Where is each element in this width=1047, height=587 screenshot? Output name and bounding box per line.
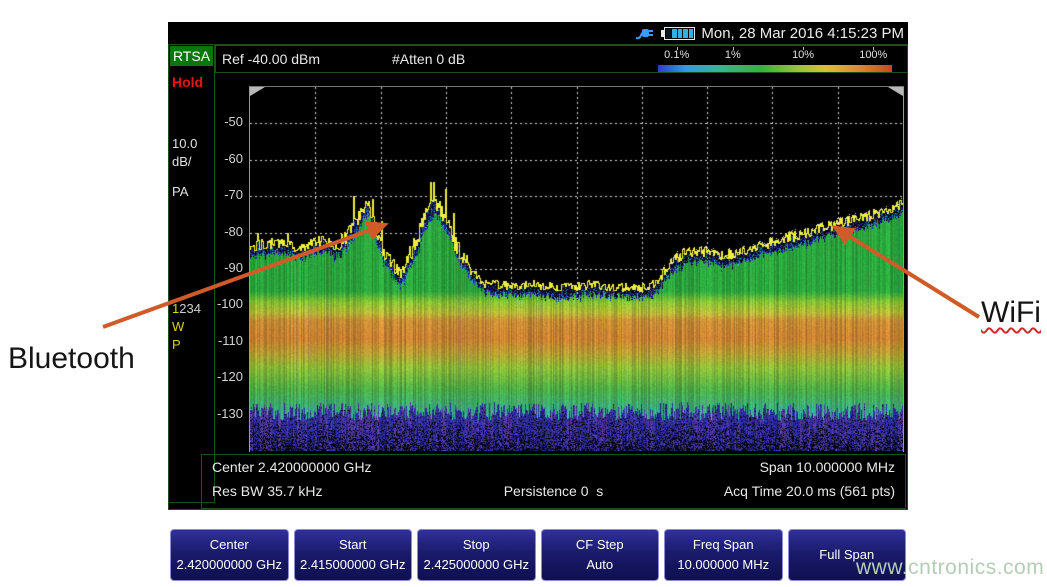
density-scale-tick: [733, 47, 734, 50]
status-bar: Mon, 28 Mar 2016 4:15:23 PM: [168, 22, 908, 44]
res-bw-label: Res BW 35.7 kHz: [212, 479, 322, 503]
battery-cell: [672, 29, 677, 38]
softkey-center[interactable]: Center2.420000000 GHz: [170, 529, 289, 581]
softkey-label: Freq Span: [693, 535, 754, 555]
bottom-annotation-box: Center 2.420000000 GHz Span 10.000000 MH…: [201, 454, 906, 509]
softkey-value: Auto: [586, 555, 613, 575]
measurement-screen: RTSA Hold 10.0 dB/ PA 1234 W P Ref -40.0…: [168, 44, 908, 510]
scale-unit-label: dB/: [172, 154, 192, 169]
softkey-label: Start: [339, 535, 366, 555]
amplitude-tick-label: -110: [218, 333, 243, 348]
density-scale-tick: [803, 47, 804, 50]
battery-cell: [678, 29, 683, 38]
center-freq-label: Center 2.420000000 GHz: [212, 455, 372, 479]
span-label: Span 10.000000 MHz: [760, 455, 895, 479]
softkey-value: 10.000000 MHz: [677, 555, 769, 575]
amplitude-axis-labels: -50 -60 -70 -80 -90 -100 -110 -120 -130: [213, 86, 246, 452]
mode-badge: RTSA: [170, 46, 213, 66]
info-row-1: Center 2.420000000 GHz Span 10.000000 MH…: [202, 455, 905, 479]
trace-flag-p: P: [172, 337, 181, 352]
amplitude-tick-label: -60: [224, 151, 243, 166]
watermark-text: www.cntronics.com: [856, 556, 1044, 580]
ac-power-icon: [635, 26, 655, 40]
top-annotation-bar: Ref -40.00 dBm #Atten 0 dB 0.1% 1% 10% 100%: [215, 45, 908, 73]
density-scale-label: 0.1%: [664, 49, 689, 61]
density-scale-tick: [873, 47, 874, 50]
graticule: [249, 86, 904, 452]
softkey-label: CF Step: [576, 535, 624, 555]
softkey-cf-step[interactable]: CF StepAuto: [541, 529, 660, 581]
preamp-label: PA: [172, 184, 188, 199]
spectrum-analyzer-screen: Mon, 28 Mar 2016 4:15:23 PM RTSA Hold 10…: [168, 22, 908, 583]
trace-inactive: 234: [179, 301, 201, 316]
sweep-state-label: Hold: [172, 74, 203, 90]
softkey-value: 2.415000000 GHz: [300, 555, 406, 575]
spectrum-canvas: [250, 87, 903, 451]
density-scale-label: 1%: [725, 49, 741, 61]
softkey-freq-span[interactable]: Freq Span10.000000 MHz: [664, 529, 783, 581]
battery-cell: [689, 29, 694, 38]
softkey-value: 2.425000000 GHz: [423, 555, 529, 575]
bluetooth-callout-label: Bluetooth: [8, 342, 135, 375]
density-gradient-bar: [658, 65, 892, 72]
ref-level-label: Ref -40.00 dBm: [222, 51, 320, 67]
amplitude-tick-label: -100: [217, 296, 243, 311]
mode-sidebar: RTSA Hold 10.0 dB/ PA 1234 W P: [169, 45, 215, 503]
amplitude-tick-label: -80: [224, 224, 243, 239]
datetime-text: Mon, 28 Mar 2016 4:15:23 PM: [701, 25, 904, 42]
battery-icon: [661, 26, 695, 40]
softkey-label: Center: [210, 535, 249, 555]
battery-cell: [666, 29, 671, 38]
page: Bluetooth WiFi Mon, 28 Mar 2016 4:15:23 …: [0, 0, 1047, 587]
corner-marker-icon: [250, 87, 265, 96]
softkey-value: 2.420000000 GHz: [176, 555, 282, 575]
amplitude-tick-label: -120: [217, 369, 243, 384]
density-scale-label: 100%: [859, 49, 887, 61]
amplitude-tick-label: -90: [224, 260, 243, 275]
amplitude-tick-label: -70: [224, 187, 243, 202]
acq-time-label: Acq Time 20.0 ms (561 pts): [724, 479, 895, 503]
density-scale-label: 10%: [792, 49, 814, 61]
battery-cell: [683, 29, 688, 38]
softkey-label: Stop: [463, 535, 490, 555]
persistence-label: Persistence 0 s: [504, 479, 604, 503]
scale-value-label: 10.0: [172, 136, 197, 151]
density-color-scale: 0.1% 1% 10% 100%: [652, 47, 898, 73]
softkey-start[interactable]: Start2.415000000 GHz: [294, 529, 413, 581]
attenuation-label: #Atten 0 dB: [392, 51, 465, 67]
softkey-stop[interactable]: Stop2.425000000 GHz: [417, 529, 536, 581]
corner-marker-icon: [888, 87, 903, 96]
battery-cells: [664, 27, 695, 40]
wifi-callout-label: WiFi: [981, 296, 1041, 329]
info-row-2: Res BW 35.7 kHz Persistence 0 s Acq Time…: [202, 479, 905, 503]
density-scale-tick: [677, 47, 678, 50]
softkey-row: Center2.420000000 GHzStart2.415000000 GH…: [168, 529, 908, 581]
amplitude-tick-label: -130: [217, 406, 243, 421]
amplitude-tick-label: -50: [224, 114, 243, 129]
trace-numbers: 1234: [172, 301, 201, 316]
trace-flag-w: W: [172, 319, 184, 334]
